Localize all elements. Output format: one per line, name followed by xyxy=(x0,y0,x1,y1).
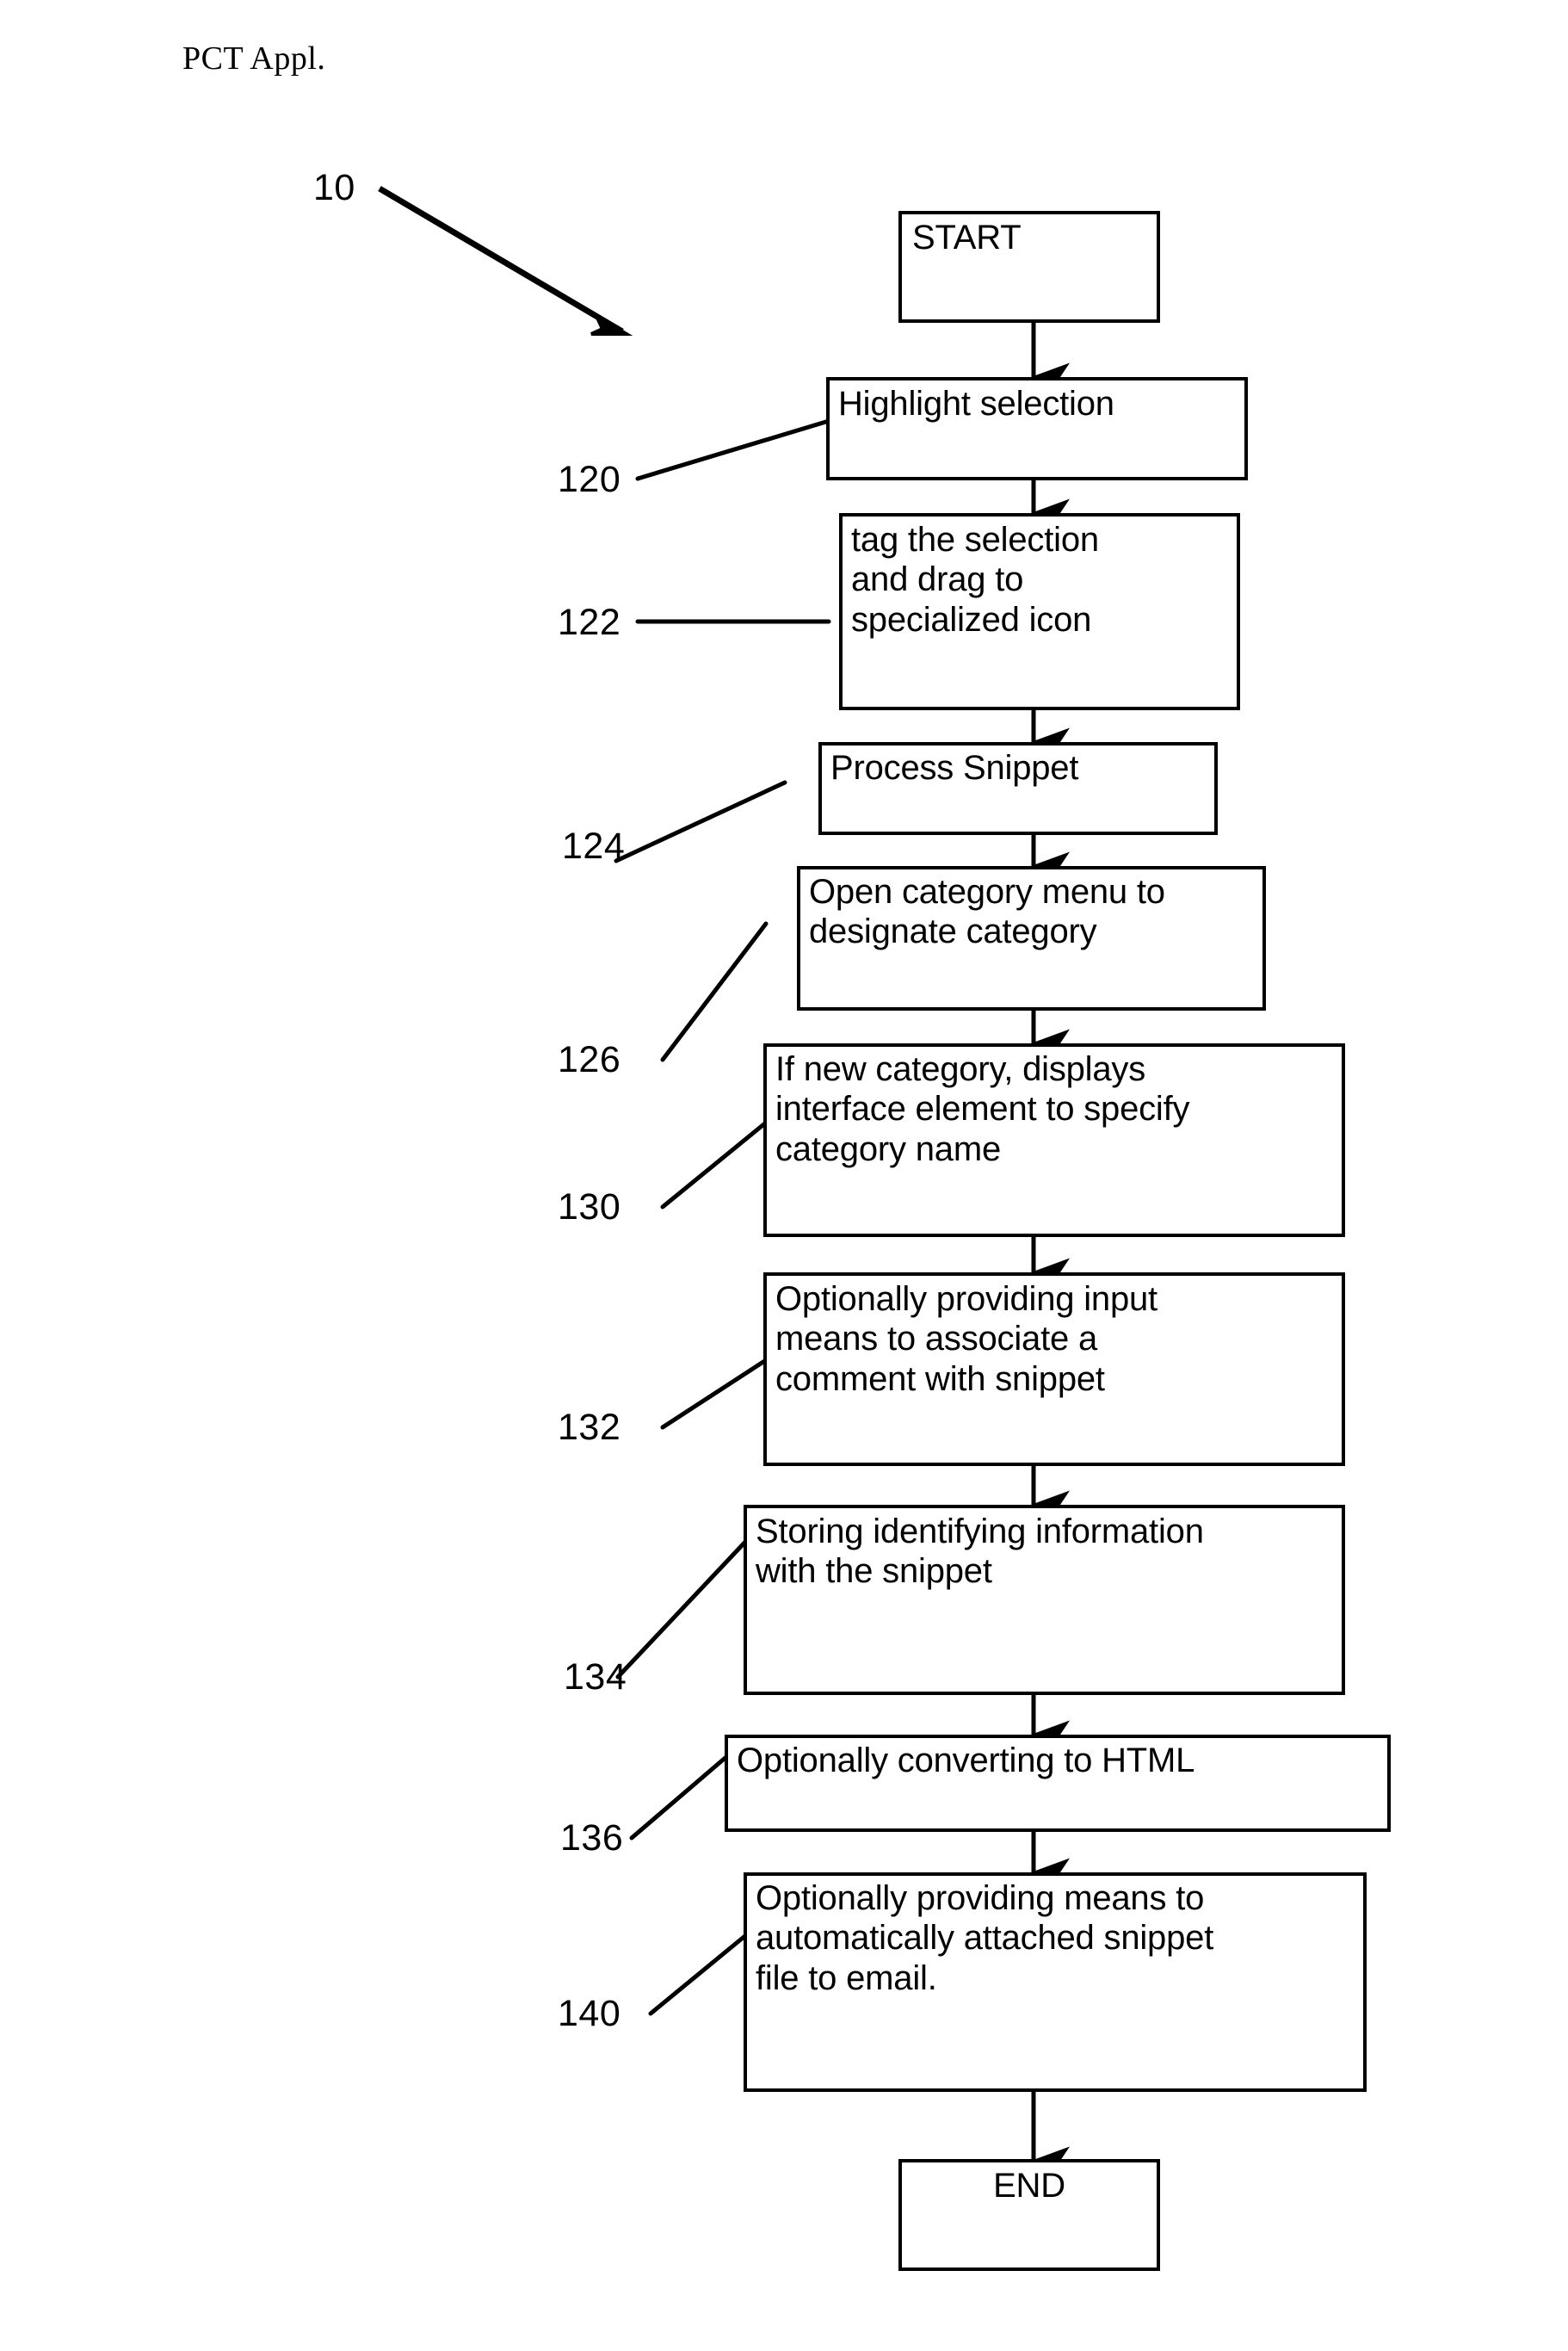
reference-numeral-124: 124 xyxy=(562,826,626,867)
node-end-label: END xyxy=(993,2167,1065,2205)
reference-numeral-122: 122 xyxy=(558,602,621,643)
leader-126 xyxy=(660,921,769,1062)
reference-numeral-126: 126 xyxy=(558,1039,621,1080)
node-convert-html-label: Optionally converting to HTML xyxy=(737,1742,1195,1779)
reference-numeral-132: 132 xyxy=(558,1407,621,1448)
reference-numeral-130: 130 xyxy=(558,1186,621,1228)
reference-numeral-136: 136 xyxy=(560,1817,624,1859)
figure-reference-10: 10 xyxy=(313,167,355,208)
node-comment-input-label: Optionally providing input means to asso… xyxy=(775,1280,1157,1398)
node-store-identifying-info-label: Storing identifying information with the… xyxy=(756,1513,1204,1591)
node-process-snippet-label: Process Snippet xyxy=(830,749,1079,787)
reference-numeral-134: 134 xyxy=(564,1656,627,1698)
leader-140 xyxy=(648,1932,750,2016)
reference-numeral-140: 140 xyxy=(558,1993,621,2034)
figure-ref-arrowhead xyxy=(590,311,633,336)
leader-132 xyxy=(660,1358,769,1430)
leader-136 xyxy=(629,1754,730,1841)
leader-124 xyxy=(614,780,787,863)
leader-134 xyxy=(615,1538,749,1680)
patent-figure-page: PCT Appl. START Highlight selection tag … xyxy=(0,0,1568,2351)
node-attach-to-email-label: Optionally providing means to automatica… xyxy=(756,1879,1214,1997)
node-start-label: START xyxy=(912,219,1022,257)
figure-ref-arrow xyxy=(378,185,624,335)
node-new-category-interface-label: If new category, displays interface elem… xyxy=(775,1050,1190,1168)
node-open-category-menu-label: Open category menu to designate category xyxy=(809,873,1165,951)
leader-120 xyxy=(635,418,831,481)
node-highlight-selection-label: Highlight selection xyxy=(838,385,1114,423)
node-tag-selection-label: tag the selection and drag to specialize… xyxy=(851,521,1099,639)
reference-numeral-120: 120 xyxy=(558,459,621,500)
leader-130 xyxy=(660,1120,769,1210)
